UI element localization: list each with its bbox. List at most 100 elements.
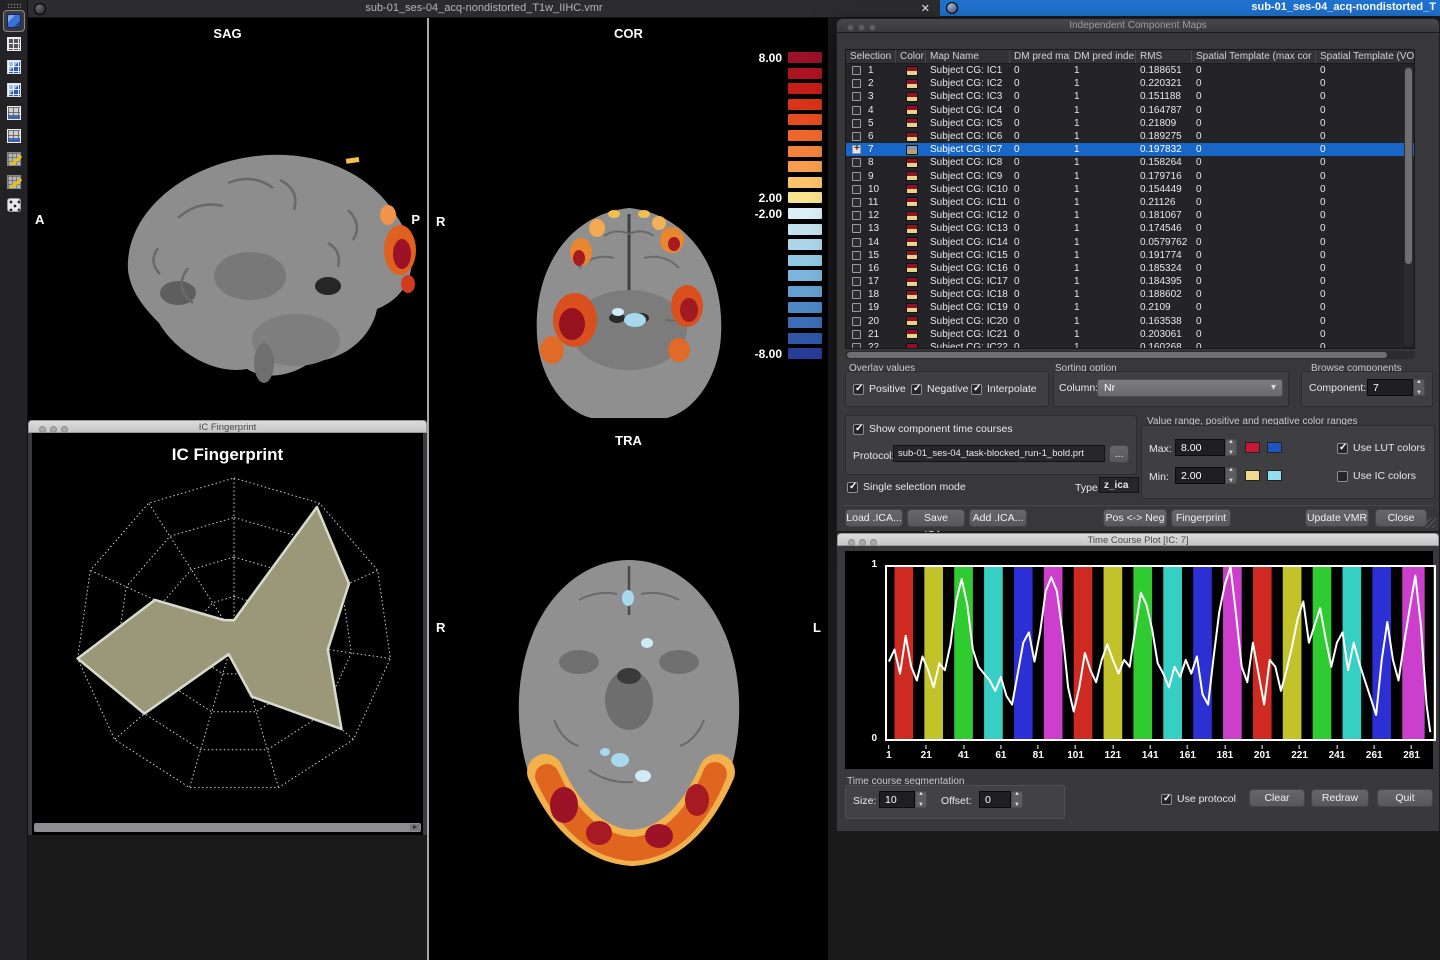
table-hscrollbar[interactable] (845, 351, 1415, 359)
multi-slice-blue-icon[interactable] (4, 57, 24, 77)
timecourse-plot[interactable]: 1 0 121416181101121141161181201221241261… (845, 551, 1433, 769)
column-header[interactable]: DM pred inde› (1070, 50, 1136, 63)
table-row[interactable]: 22Subject CG: IC22010.16026800 (846, 341, 1414, 349)
resize-grip[interactable] (1426, 518, 1436, 528)
positive-min-color-swatch[interactable] (1245, 470, 1260, 481)
table-row[interactable]: 5Subject CG: IC5010.2180900 (846, 117, 1414, 130)
table-row[interactable]: 20Subject CG: IC20010.16353800 (846, 315, 1414, 328)
vmr-window-titlebar[interactable]: sub-01_ses-04_acq-nondistorted_T1w_IIHC.… (28, 0, 940, 18)
window-traffic-lights[interactable] (844, 537, 884, 545)
row-checkbox[interactable] (852, 158, 861, 167)
load-ica-button[interactable]: Load .ICA... (845, 509, 903, 527)
row-checkbox[interactable] (852, 264, 861, 273)
table-row[interactable]: 13Subject CG: IC13010.17454600 (846, 222, 1414, 235)
fingerprint-button[interactable]: Fingerprint (1171, 509, 1231, 527)
draw-roi-icon[interactable] (4, 149, 24, 169)
show-timecourses-checkbox[interactable]: Show component time courses (853, 423, 1013, 435)
table-row[interactable]: 21Subject CG: IC21010.20306100 (846, 328, 1414, 341)
table-row[interactable]: 10Subject CG: IC10010.15444900 (846, 183, 1414, 196)
timecourse-window-titlebar[interactable]: Time Course Plot [IC: 7] (837, 533, 1439, 546)
positive-checkbox[interactable]: Positive (853, 383, 906, 395)
table-row[interactable]: 18Subject CG: IC18010.18860200 (846, 288, 1414, 301)
min-spin-buttons[interactable] (1225, 467, 1237, 484)
table-row[interactable]: 9Subject CG: IC9010.17971600 (846, 170, 1414, 183)
table-row[interactable]: 7Subject CG: IC7010.19783200 (846, 143, 1414, 156)
cor-view[interactable]: COR R L (429, 18, 828, 420)
column-header[interactable]: DM pred ma› (1010, 50, 1070, 63)
table-row[interactable]: 15Subject CG: IC15010.19177400 (846, 249, 1414, 262)
use-ic-colors-checkbox[interactable]: Use IC colors (1337, 470, 1416, 482)
row-checkbox[interactable] (852, 211, 861, 220)
row-checkbox[interactable] (852, 317, 861, 326)
checkbox-icon[interactable] (971, 384, 982, 395)
pos-neg-button[interactable]: Pos <-> Neg (1103, 509, 1167, 527)
table-row[interactable]: 12Subject CG: IC12010.18106700 (846, 209, 1414, 222)
app-window-titlebar[interactable]: sub-01_ses-04_acq-nondistorted_T (940, 0, 1440, 16)
close-icon[interactable]: ✕ (921, 2, 930, 15)
scroll-arrow-icon[interactable] (410, 824, 420, 831)
column-header[interactable]: Map Name (926, 50, 1010, 63)
table-vscrollbar[interactable] (1404, 66, 1413, 346)
sag-view[interactable]: SAG A P (28, 18, 427, 420)
row-checkbox[interactable] (852, 198, 861, 207)
table-row[interactable]: 2Subject CG: IC2010.22032100 (846, 77, 1414, 90)
sort-column-dropdown[interactable]: Nr (1097, 379, 1283, 397)
row-checkbox[interactable] (852, 277, 861, 286)
checkbox-icon[interactable] (1337, 443, 1348, 454)
window-traffic-lights[interactable] (35, 424, 75, 432)
table-row[interactable]: 11Subject CG: IC11010.2112600 (846, 196, 1414, 209)
update-vmr-button[interactable]: Update VMR (1305, 509, 1369, 527)
table-row[interactable]: 17Subject CG: IC17010.18439500 (846, 275, 1414, 288)
checkbox-icon[interactable] (911, 384, 922, 395)
quit-button[interactable]: Quit (1377, 789, 1433, 807)
min-spinbox[interactable]: 2.00 (1175, 467, 1225, 484)
icm-dialog-titlebar[interactable]: Independent Component Maps (837, 19, 1439, 33)
use-lut-colors-checkbox[interactable]: Use LUT colors (1337, 442, 1425, 454)
draw-roi2-icon[interactable] (4, 172, 24, 192)
table-row[interactable]: 14Subject CG: IC14010.057976200 (846, 235, 1414, 248)
redraw-button[interactable]: Redraw (1311, 789, 1369, 807)
row-checkbox[interactable] (852, 172, 861, 181)
cube-3d-view-icon[interactable] (4, 11, 24, 31)
row-checkbox[interactable] (852, 251, 861, 260)
table-row[interactable]: 8Subject CG: IC8010.15826400 (846, 156, 1414, 169)
grid-view-icon[interactable] (4, 34, 24, 54)
row-checkbox[interactable] (852, 132, 861, 141)
table-header[interactable]: SelectionColorMap NameDM pred ma›DM pred… (846, 50, 1414, 64)
slice-row-icon[interactable] (4, 103, 24, 123)
offset-spin-buttons[interactable] (1011, 791, 1023, 808)
positive-color-swatch[interactable] (1245, 442, 1260, 453)
row-checkbox[interactable] (852, 303, 861, 312)
size-spin-buttons[interactable] (915, 791, 927, 808)
row-checkbox[interactable] (852, 185, 861, 194)
table-row[interactable]: 3Subject CG: IC3010.15118800 (846, 90, 1414, 103)
single-selection-checkbox[interactable]: Single selection mode (847, 481, 966, 493)
negative-checkbox[interactable]: Negative (911, 383, 968, 395)
toolbar-grip[interactable] (7, 3, 21, 8)
offset-spinbox[interactable]: 0 (979, 791, 1011, 808)
row-checkbox[interactable] (852, 145, 861, 154)
table-row[interactable]: 6Subject CG: IC6010.18927500 (846, 130, 1414, 143)
tra-view[interactable]: TRA R L (429, 420, 828, 960)
column-header[interactable]: Selection (846, 50, 896, 63)
row-checkbox[interactable] (852, 238, 861, 247)
component-spinbox[interactable]: 7 (1367, 379, 1413, 396)
row-checkbox[interactable] (852, 106, 861, 115)
column-header[interactable]: Color (896, 50, 926, 63)
component-spin-buttons[interactable] (1413, 379, 1425, 396)
fingerprint-hscrollbar[interactable] (34, 823, 421, 832)
max-spin-buttons[interactable] (1225, 439, 1237, 456)
checkbox-icon[interactable] (1337, 471, 1348, 482)
table-row[interactable]: 19Subject CG: IC19010.210900 (846, 301, 1414, 314)
save-ica-button[interactable]: Save .ICA... (907, 509, 965, 527)
max-spinbox[interactable]: 8.00 (1175, 439, 1225, 456)
fingerprint-window-titlebar[interactable]: IC Fingerprint (28, 420, 427, 433)
component-table[interactable]: SelectionColorMap NameDM pred ma›DM pred… (845, 49, 1415, 349)
clear-button[interactable]: Clear (1249, 789, 1305, 807)
slice-row2-icon[interactable] (4, 126, 24, 146)
row-checkbox[interactable] (852, 79, 861, 88)
checkbox-icon[interactable] (1161, 794, 1172, 805)
row-checkbox[interactable] (852, 290, 861, 299)
add-ica-button[interactable]: Add .ICA... (969, 509, 1027, 527)
column-header[interactable]: RMS (1136, 50, 1192, 63)
